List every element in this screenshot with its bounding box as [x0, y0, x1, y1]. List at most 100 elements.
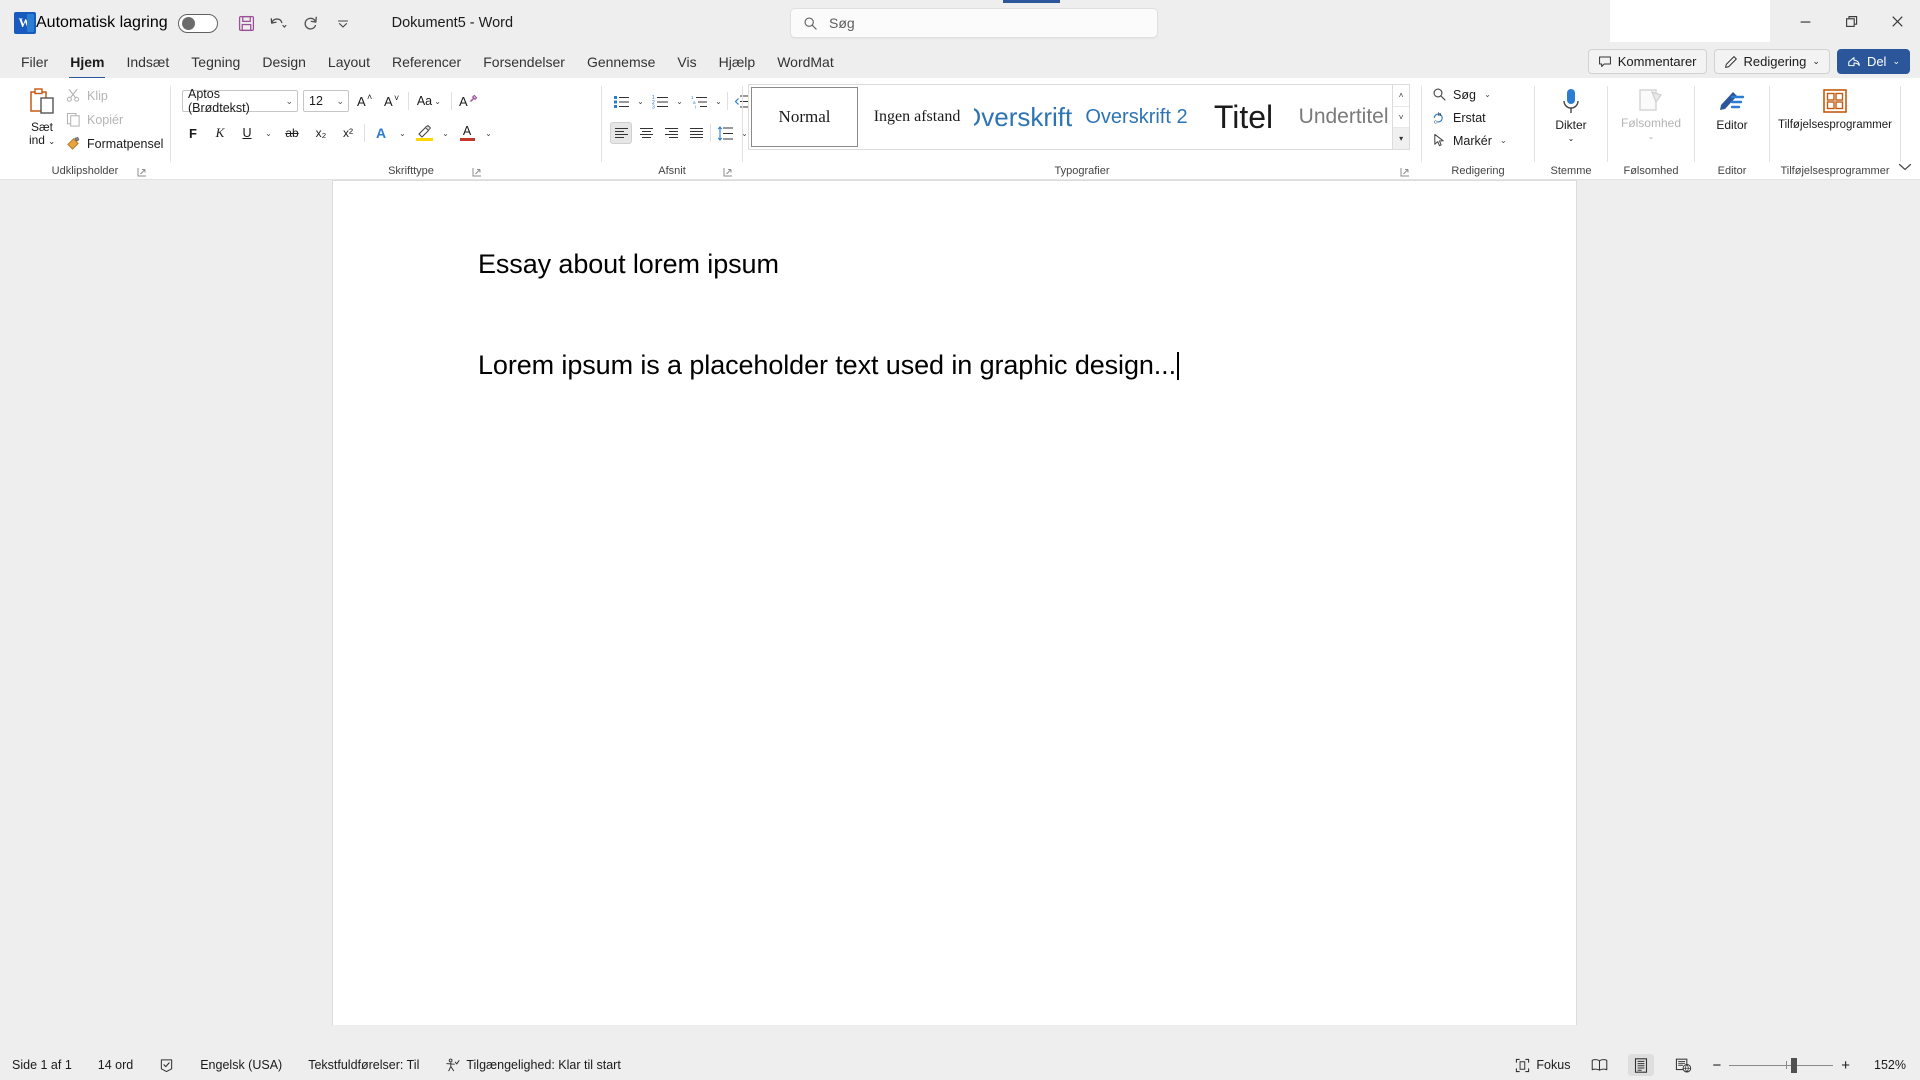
bold-button[interactable]: F [182, 122, 204, 144]
bullets-chevron-down-icon[interactable]: ⌄ [635, 97, 646, 106]
font-color-button[interactable]: A [456, 122, 478, 144]
font-family-combo[interactable]: Aptos (Brødtekst) ⌄ [182, 87, 298, 115]
read-mode-icon[interactable] [1586, 1054, 1612, 1076]
style-normal[interactable]: Normal [751, 87, 859, 147]
superscript-button[interactable]: x² [337, 122, 359, 144]
font-dialog-launcher[interactable] [471, 165, 483, 177]
tab-indsaet[interactable]: Indsæt [115, 49, 180, 75]
copy-button[interactable]: Kopiér [66, 112, 163, 127]
tab-forsendelser[interactable]: Forsendelser [472, 49, 576, 75]
style-ingen-afstand[interactable]: Ingen afstand [860, 85, 974, 149]
change-case-button[interactable]: Aa ⌄ [414, 90, 446, 112]
collapse-ribbon-button[interactable] [1898, 162, 1912, 175]
proofing-icon[interactable] [159, 1058, 174, 1073]
select-button[interactable]: Markér ⌄ [1432, 133, 1509, 148]
tab-design[interactable]: Design [251, 49, 317, 75]
tab-hjem[interactable]: Hjem [59, 49, 115, 79]
document-paragraph-title[interactable]: Essay about lorem ipsum [478, 249, 779, 280]
strikethrough-button[interactable]: ab [279, 122, 305, 144]
style-titel[interactable]: Titel [1192, 85, 1295, 149]
bullet-list-icon[interactable] [610, 90, 632, 112]
save-icon[interactable] [232, 8, 262, 38]
tab-filer[interactable]: Filer [10, 49, 59, 75]
style-undertitel[interactable]: Undertitel [1295, 85, 1392, 149]
comments-button[interactable]: Kommentarer [1587, 49, 1707, 74]
sensitivity-button[interactable]: Følsomhed ⌄ [1613, 86, 1689, 143]
styles-more[interactable]: ▾ [1393, 128, 1409, 150]
style-overskrift-1[interactable]: Overskrift 1 [974, 85, 1081, 149]
align-left-icon[interactable] [610, 122, 632, 144]
font-size-combo[interactable]: 12 ⌄ [303, 90, 349, 112]
highlight-chevron-down-icon[interactable]: ⌄ [440, 129, 451, 138]
multilevel-list-icon[interactable]: 1ai [688, 90, 710, 112]
style-overskrift-2[interactable]: Overskrift 2 [1081, 85, 1192, 149]
autosave-toggle[interactable] [177, 13, 218, 33]
cut-button[interactable]: Klip [66, 88, 163, 103]
close-icon[interactable] [1874, 0, 1920, 42]
focus-button[interactable]: Fokus [1515, 1058, 1570, 1073]
numbering-chevron-down-icon[interactable]: ⌄ [674, 97, 685, 106]
styles-dialog-launcher[interactable] [1399, 165, 1411, 177]
align-center-icon[interactable] [635, 122, 657, 144]
search-box[interactable] [790, 8, 1158, 38]
styles-scroll-down[interactable]: ˅ [1393, 107, 1409, 129]
zoom-out-button[interactable]: − [1712, 1057, 1721, 1074]
numbered-list-icon[interactable]: 123 [649, 90, 671, 112]
zoom-thumb[interactable] [1791, 1057, 1798, 1073]
grow-font-icon[interactable]: A ˄ [354, 90, 376, 112]
minimize-icon[interactable] [1782, 0, 1828, 42]
clear-formatting-icon[interactable]: A [457, 90, 479, 112]
tab-tegning[interactable]: Tegning [180, 49, 251, 75]
highlight-button[interactable] [413, 122, 435, 144]
editing-button[interactable]: Redigering ⌄ [1713, 49, 1830, 74]
italic-button[interactable]: K [209, 122, 231, 144]
tab-referencer[interactable]: Referencer [381, 49, 472, 75]
paste-button[interactable]: Sæt ind ⌄ [14, 87, 70, 148]
zoom-track[interactable] [1729, 1057, 1834, 1073]
qat-overflow-icon[interactable] [328, 8, 358, 38]
document-paragraph-body[interactable]: Lorem ipsum is a placeholder text used i… [478, 350, 1179, 381]
editor-button[interactable]: Editor [1704, 86, 1760, 132]
shrink-font-icon[interactable]: A ˅ [381, 90, 403, 112]
align-right-icon[interactable] [660, 122, 682, 144]
document-page[interactable]: Essay about lorem ipsum Lorem ipsum is a… [333, 181, 1576, 1025]
web-layout-icon[interactable] [1670, 1054, 1696, 1076]
text-effects-chevron-down-icon[interactable]: ⌄ [397, 129, 408, 138]
replace-button[interactable]: bc Erstat [1432, 110, 1509, 125]
tab-layout[interactable]: Layout [317, 49, 381, 75]
tab-wordmat[interactable]: WordMat [766, 49, 845, 75]
accessibility-status[interactable]: Tilgængelighed: Klar til start [445, 1058, 621, 1073]
format-painter-button[interactable]: Formatpensel [66, 136, 163, 151]
tab-gennemse[interactable]: Gennemse [576, 49, 666, 75]
tab-vis[interactable]: Vis [666, 49, 707, 75]
document-area[interactable]: Essay about lorem ipsum Lorem ipsum is a… [0, 180, 1920, 1025]
font-color-chevron-down-icon[interactable]: ⌄ [483, 129, 494, 138]
search-input[interactable] [829, 15, 1129, 31]
restore-icon[interactable] [1828, 0, 1874, 42]
undo-icon[interactable] [264, 8, 294, 38]
underline-button[interactable]: U [236, 122, 258, 144]
share-button[interactable]: Del ⌄ [1836, 49, 1910, 74]
print-layout-icon[interactable] [1628, 1054, 1655, 1076]
find-button[interactable]: Søg ⌄ [1432, 87, 1509, 102]
redo-icon[interactable] [296, 8, 326, 38]
styles-scroll-up[interactable]: ˄ [1393, 85, 1409, 107]
word-count[interactable]: 14 ord [98, 1058, 133, 1072]
zoom-slider[interactable]: − + [1712, 1057, 1850, 1074]
zoom-level[interactable]: 152% [1866, 1058, 1906, 1072]
line-spacing-icon[interactable] [714, 122, 736, 144]
justify-icon[interactable] [685, 122, 707, 144]
text-prediction-status[interactable]: Tekstfuldførelser: Til [308, 1058, 419, 1072]
tab-hjaelp[interactable]: Hjælp [708, 49, 767, 75]
clipboard-dialog-launcher[interactable] [136, 165, 148, 177]
addins-button[interactable]: Tilføjelsesprogrammer [1775, 86, 1895, 132]
paragraph-dialog-launcher[interactable] [722, 165, 734, 177]
language-indicator[interactable]: Engelsk (USA) [200, 1058, 282, 1072]
dictate-button[interactable]: Dikter ⌄ [1543, 86, 1599, 145]
underline-chevron-down-icon[interactable]: ⌄ [263, 129, 274, 138]
text-effects-button[interactable]: A [370, 122, 392, 144]
multilevel-chevron-down-icon[interactable]: ⌄ [713, 97, 724, 106]
subscript-button[interactable]: x₂ [310, 122, 332, 144]
zoom-in-button[interactable]: + [1841, 1057, 1850, 1074]
page-info[interactable]: Side 1 af 1 [12, 1058, 72, 1072]
